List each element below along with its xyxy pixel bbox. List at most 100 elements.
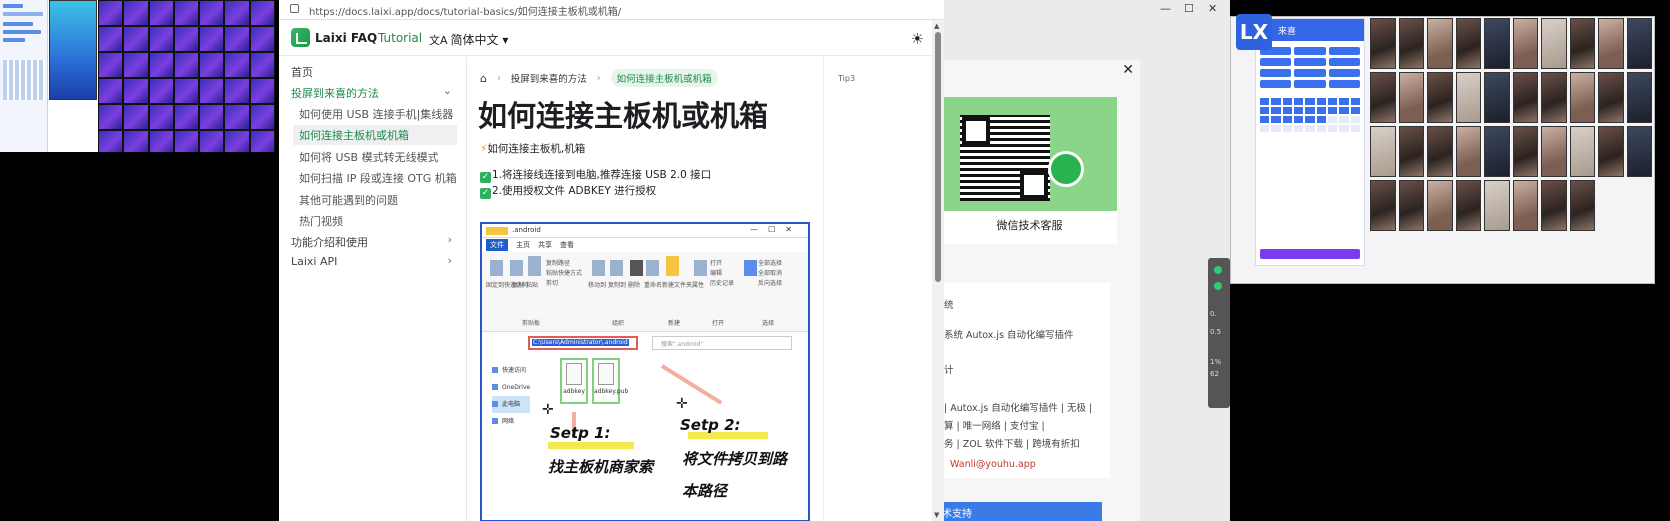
- ribbon-label: 历史记录: [710, 280, 735, 287]
- side-status-widget: 0. 0.5 1% 62: [1208, 258, 1230, 408]
- site-title[interactable]: Laixi FAQ: [315, 31, 377, 45]
- explorer-titlebar: .android —☐✕: [482, 224, 808, 238]
- step-2-line: ✓ 2.使用授权文件 ADBKEY 进行授权: [480, 183, 656, 199]
- chevron-down-icon[interactable]: ⌄: [443, 84, 452, 97]
- home-icon[interactable]: ⌂: [480, 72, 487, 85]
- info-line[interactable]: 务 | ZOL 软件下载 | 跨境有折扣: [944, 436, 1080, 450]
- sidebar-item-features[interactable]: 功能介绍和使用: [291, 234, 368, 250]
- ribbon-group-label: 组织: [612, 320, 625, 327]
- ribbon-label: 属性: [692, 282, 705, 289]
- wechat-qr-card: 微信技术客服: [942, 97, 1117, 244]
- copy-to-icon: [610, 260, 623, 276]
- ribbon-label: 重命名: [644, 282, 663, 289]
- ribbon-label: 编辑: [710, 270, 723, 277]
- sidebar-item-usb[interactable]: 如何使用 USB 连接手机|集线器: [299, 106, 453, 122]
- tree-item: 快速访问: [492, 362, 530, 379]
- laixi-purple-button[interactable]: [1260, 249, 1360, 259]
- window-controls: —☐✕: [750, 225, 802, 234]
- scroll-down-icon[interactable]: ▼: [934, 511, 939, 519]
- step-2-text: 将文件拷贝到路: [682, 450, 788, 468]
- article-content: ⌂ › 投屏到来喜的方法 › 如何连接主板机或机箱 如何连接主板机或机箱 ⚡如何…: [468, 57, 823, 521]
- paste-icon: [528, 256, 541, 276]
- laixi-faq-logo-icon[interactable]: [291, 28, 310, 47]
- explorer-search: 搜索".android": [652, 336, 792, 350]
- sidebar-item-home[interactable]: 首页: [291, 64, 313, 80]
- url-text[interactable]: https://docs.laixi.app/docs/tutorial-bas…: [309, 7, 621, 18]
- laixi-header: 来喜: [1256, 19, 1364, 41]
- tree-item: 此电脑: [492, 396, 531, 413]
- toc-item[interactable]: Tip3: [838, 74, 855, 83]
- properties-icon: [694, 260, 707, 276]
- highlight-mark: [548, 442, 634, 449]
- partner-links-card: 统 系统 Autox.js 自动化编写插件 计 | Autox.js 自动化编写…: [930, 283, 1110, 478]
- rename-icon: [646, 260, 659, 276]
- scrollbar-thumb[interactable]: [935, 32, 941, 282]
- minimize-icon[interactable]: —: [1160, 2, 1171, 15]
- info-line: 统: [944, 300, 954, 311]
- contact-email[interactable]: Wanli@youhu.app: [950, 459, 1036, 470]
- ribbon-group-label: 打开: [712, 320, 725, 327]
- pin-icon: [490, 260, 503, 276]
- ribbon-label: 新建文件夹: [662, 282, 693, 289]
- info-line[interactable]: 算 | 唯一网络 | 支付宝 |: [944, 418, 1045, 432]
- mini-app-preview: [0, 0, 48, 152]
- sidebar-item-videos[interactable]: 热门视频: [299, 213, 343, 229]
- laixi-action-buttons[interactable]: [1256, 41, 1364, 94]
- laixi-device-screens[interactable]: [1370, 18, 1652, 233]
- page-scrollbar[interactable]: ▲ ▼: [932, 20, 944, 521]
- chevron-right-icon[interactable]: ›: [448, 254, 452, 267]
- sidebar-item-screen-cast[interactable]: 投屏到来喜的方法: [291, 85, 379, 101]
- ribbon-label: 复制: [512, 282, 525, 289]
- ribbon-label: 全部选择: [758, 260, 783, 267]
- ribbon-label: 剪切: [546, 280, 559, 287]
- laixi-title: 来喜: [1278, 27, 1297, 37]
- qr-code-icon: [960, 115, 1050, 201]
- scroll-up-icon[interactable]: ▲: [934, 22, 939, 30]
- step-1-label: Setp 1:: [550, 424, 611, 442]
- sidebar-item-scan-ip[interactable]: 如何扫描 IP 段或连接 OTG 机箱: [299, 170, 457, 186]
- maximize-icon[interactable]: ☐: [1184, 2, 1194, 15]
- page-title: 如何连接主板机或机箱: [478, 99, 769, 133]
- tab-home: 主页: [516, 241, 530, 249]
- tree-item: OneDrive: [492, 379, 530, 396]
- chevron-right-icon[interactable]: ›: [448, 233, 452, 246]
- explorer-title: .android: [512, 226, 541, 234]
- ribbon-label: 粘贴: [526, 282, 539, 289]
- explorer-address: C:\Users\Administrator\.android: [532, 339, 629, 346]
- move-icon: [592, 260, 605, 276]
- nav-tutorial-link[interactable]: Tutorial: [378, 31, 422, 45]
- language-label: 简体中文: [450, 33, 499, 47]
- ribbon-label: 反向选择: [758, 280, 783, 287]
- close-icon[interactable]: ✕: [1208, 2, 1217, 15]
- info-line: 系统 Autox.js 自动化编写插件: [944, 330, 1074, 341]
- background-thumbnails: [0, 0, 275, 152]
- address-bar[interactable]: https://docs.laixi.app/docs/tutorial-bas…: [279, 0, 944, 20]
- info-line[interactable]: | Autox.js 自动化编写插件 | 无极 |: [944, 400, 1092, 414]
- sidebar-item-other-issues[interactable]: 其他可能遇到的问题: [299, 192, 398, 208]
- breadcrumb: ⌂ › 投屏到来喜的方法 › 如何连接主板机或机箱: [480, 69, 718, 87]
- new-folder-icon: [666, 256, 679, 276]
- ribbon-label: 打开: [710, 260, 723, 267]
- breadcrumb-separator: ›: [496, 72, 501, 84]
- step-1-text: 找主板机商家索: [548, 458, 654, 476]
- step-2-label: Setp 2:: [680, 416, 741, 434]
- sidebar-item-motherboard[interactable]: 如何连接主板机或机箱: [293, 125, 457, 145]
- explorer-address-box: C:\Users\Administrator\.android: [528, 336, 638, 350]
- ribbon-label: 复制到: [608, 282, 627, 289]
- step-2-text-continued: 本路径: [682, 482, 728, 500]
- sidebar-item-api[interactable]: Laixi API: [291, 255, 337, 268]
- wechat-icon: [1048, 151, 1084, 187]
- theme-toggle-sun-icon[interactable]: ☀: [911, 30, 924, 48]
- breadcrumb-section[interactable]: 投屏到来喜的方法: [511, 71, 587, 85]
- sidebar-item-wireless[interactable]: 如何将 USB 模式转无线模式: [299, 149, 439, 165]
- checkbox-icon: ✓: [480, 188, 491, 199]
- explorer-tabs: 文件 主页 共享 查看: [482, 238, 808, 252]
- step-1-line: ✓ 1.将连接线连接到电脑,推荐连接 USB 2.0 接口: [480, 167, 711, 183]
- explorer-ribbon: 固定到快速访问 复制 粘贴 复制路径 粘贴快捷方式 剪切 移动到 复制到 删除 …: [482, 252, 808, 332]
- language-dropdown[interactable]: 文A 简体中文 ▾: [429, 31, 508, 48]
- qr-background: [942, 97, 1117, 211]
- select-icon: [744, 260, 757, 276]
- ribbon-label: 粘贴快捷方式: [546, 270, 583, 277]
- dialog-close-icon[interactable]: ✕: [1122, 62, 1134, 78]
- laixi-device-number-grid[interactable]: [1256, 94, 1364, 136]
